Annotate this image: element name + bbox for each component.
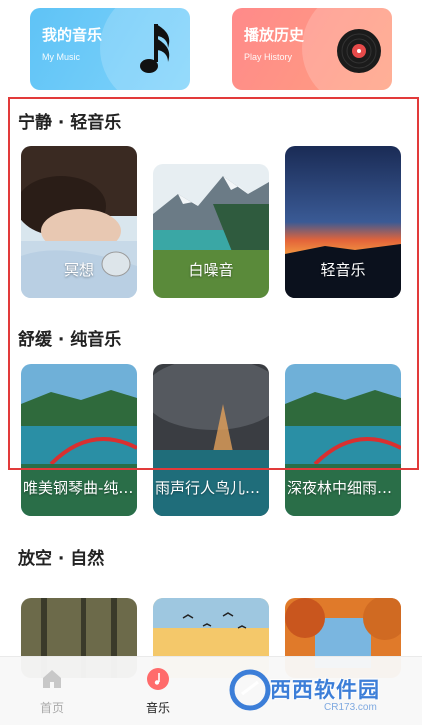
- vinyl-record-icon: [337, 29, 381, 73]
- watermark-logo-icon: [229, 669, 271, 711]
- nav-music[interactable]: 音乐: [128, 667, 188, 716]
- my-music-card[interactable]: 我的音乐 My Music: [30, 8, 190, 90]
- tile-label: 雨声行人鸟儿…: [155, 479, 261, 497]
- tile-label: 白噪音: [188, 261, 234, 279]
- tile-piano[interactable]: 唯美钢琴曲-纯…: [21, 364, 137, 516]
- play-history-title: 播放历史: [244, 26, 305, 44]
- tile-label: 唯美钢琴曲-纯…: [23, 479, 134, 497]
- music-disc-icon: [147, 668, 169, 690]
- music-note-icon: [140, 24, 170, 73]
- my-music-title: 我的音乐: [42, 26, 103, 44]
- section-title-soothing: 舒缓 · 纯音乐: [18, 330, 122, 350]
- tile-rain-birds[interactable]: 雨声行人鸟儿…: [153, 364, 269, 516]
- tile-meditation[interactable]: 冥想: [21, 146, 137, 298]
- watermark: 西西软件园 CR173.com: [228, 664, 418, 718]
- tile-label: 冥想: [63, 261, 94, 279]
- nav-home[interactable]: 首页: [22, 667, 82, 716]
- play-history-subtitle: Play History: [244, 52, 293, 62]
- section-title-nature: 放空 · 自然: [18, 549, 105, 569]
- section-title-tranquil: 宁静 · 轻音乐: [18, 113, 122, 133]
- nav-home-label: 首页: [39, 701, 64, 715]
- play-history-card[interactable]: 播放历史 Play History: [232, 8, 392, 90]
- watermark-text: 西西软件园: [270, 678, 380, 702]
- tile-white-noise[interactable]: 白噪音: [153, 164, 269, 298]
- tile-label: 轻音乐: [320, 261, 366, 279]
- home-icon: [43, 670, 61, 688]
- nav-music-label: 音乐: [145, 701, 170, 715]
- tile-label: 深夜林中细雨…: [287, 479, 393, 497]
- tile-forest-rain[interactable]: 深夜林中细雨…: [285, 364, 401, 516]
- watermark-url: CR173.com: [324, 702, 377, 713]
- tile-light-music[interactable]: 轻音乐: [285, 146, 401, 298]
- my-music-subtitle: My Music: [42, 52, 80, 62]
